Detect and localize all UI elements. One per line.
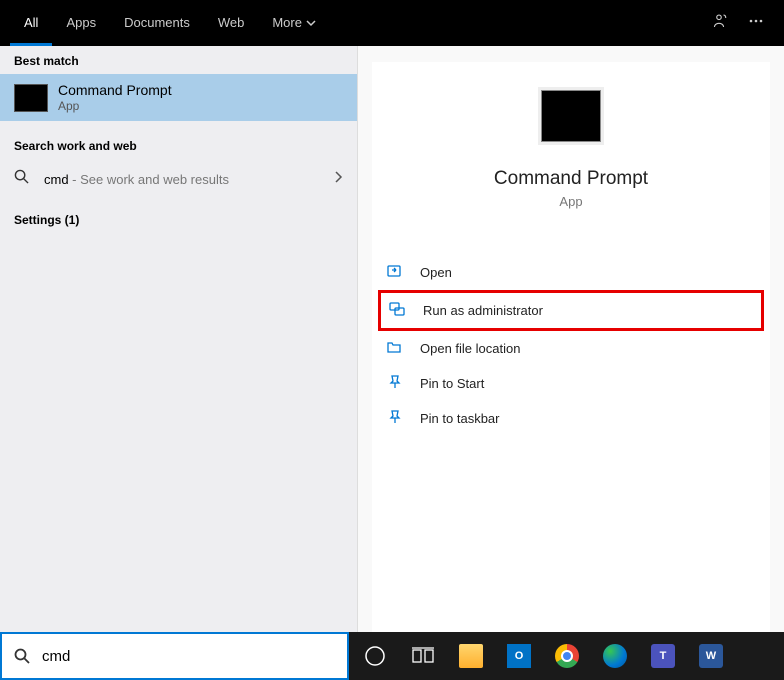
taskbar-file-explorer[interactable] (449, 636, 493, 676)
tab-more[interactable]: More (258, 0, 330, 46)
taskbar-word[interactable]: W (689, 636, 733, 676)
folder-icon (386, 339, 406, 358)
pin-icon (386, 409, 406, 428)
preview-subtitle: App (372, 194, 770, 209)
best-match-result[interactable]: Command Prompt App (0, 74, 357, 121)
web-search-suggestion[interactable]: cmd - See work and web results (0, 159, 357, 199)
search-icon (14, 648, 30, 664)
preview-title: Command Prompt (372, 168, 770, 190)
result-title: Command Prompt (58, 82, 343, 98)
action-label: Pin to Start (420, 376, 484, 391)
action-label: Open (420, 265, 452, 280)
feedback-icon[interactable] (700, 12, 738, 35)
cortana-icon[interactable] (353, 636, 397, 676)
results-panel: Best match Command Prompt App Search wor… (0, 46, 358, 632)
taskbar-edge[interactable] (593, 636, 637, 676)
tab-all[interactable]: All (10, 0, 52, 46)
action-open[interactable]: Open (378, 255, 764, 290)
taskbar: O T W (349, 632, 784, 680)
search-icon (14, 169, 34, 189)
action-open-file-location[interactable]: Open file location (378, 331, 764, 366)
action-label: Run as administrator (423, 303, 543, 318)
more-options-icon[interactable] (738, 13, 774, 34)
tab-apps[interactable]: Apps (52, 0, 110, 46)
pin-icon (386, 374, 406, 393)
open-icon (386, 263, 406, 282)
result-subtitle: App (58, 99, 343, 113)
chevron-down-icon (306, 18, 316, 28)
settings-header[interactable]: Settings (1) (0, 205, 357, 233)
action-pin-to-taskbar[interactable]: Pin to taskbar (378, 401, 764, 436)
taskbar-outlook[interactable]: O (497, 636, 541, 676)
action-pin-to-start[interactable]: Pin to Start (378, 366, 764, 401)
tab-more-label: More (272, 0, 302, 46)
search-box[interactable] (0, 632, 349, 680)
taskbar-chrome[interactable] (545, 636, 589, 676)
admin-icon (389, 301, 409, 320)
chevron-right-icon (333, 170, 343, 189)
tab-web[interactable]: Web (204, 0, 259, 46)
action-run-as-administrator[interactable]: Run as administrator (378, 290, 764, 331)
web-search-text: cmd - See work and web results (44, 172, 333, 187)
tab-documents[interactable]: Documents (110, 0, 204, 46)
action-label: Pin to taskbar (420, 411, 500, 426)
best-match-header: Best match (0, 46, 357, 74)
search-filter-tabs: All Apps Documents Web More (0, 0, 784, 46)
search-input[interactable] (42, 648, 335, 665)
preview-panel: Command Prompt App Open Run as administr… (358, 46, 784, 632)
task-view-icon[interactable] (401, 636, 445, 676)
taskbar-teams[interactable]: T (641, 636, 685, 676)
command-prompt-icon (541, 90, 601, 142)
search-web-header: Search work and web (0, 131, 357, 159)
action-list: Open Run as administrator Open file loca… (372, 255, 770, 436)
command-prompt-icon (14, 84, 48, 112)
action-label: Open file location (420, 341, 520, 356)
